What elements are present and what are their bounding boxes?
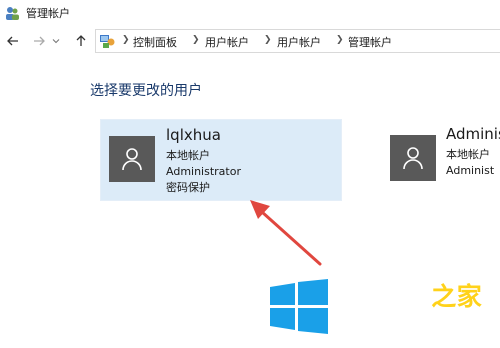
watermark-brand-prefix: Win10: [340, 282, 432, 311]
breadcrumb-user-accounts[interactable]: 用户帐户: [205, 34, 249, 50]
control-panel-icon: [100, 35, 115, 48]
watermark-url: www.win10xitong.com: [343, 314, 468, 327]
users-icon: [6, 7, 19, 20]
breadcrumb-user-accounts-2[interactable]: 用户帐户: [277, 34, 321, 50]
account-tile-lqlxhua[interactable]: lqlxhua 本地帐户 Administrator 密码保护: [100, 119, 342, 201]
account-password-status: 密码保护: [166, 181, 210, 194]
breadcrumb-separator: ❯: [264, 35, 272, 45]
breadcrumb-manage-accounts[interactable]: 管理帐户: [348, 34, 392, 50]
account-type: 本地帐户: [166, 149, 210, 162]
account-name: Adminis: [446, 125, 500, 143]
account-tile-administrator[interactable]: Adminis 本地帐户 Administ: [382, 119, 500, 201]
address-bar: ❯ 控制面板 ❯ 用户帐户 ❯ 用户帐户 ❯ 管理帐户: [0, 28, 500, 54]
back-button[interactable]: [4, 32, 22, 50]
up-button[interactable]: [72, 32, 90, 50]
account-type: 本地帐户: [446, 148, 490, 161]
page-heading: 选择要更改的用户: [90, 83, 202, 99]
forward-button[interactable]: [30, 32, 48, 50]
breadcrumb-separator: ❯: [192, 35, 200, 45]
account-role: Administrator: [166, 165, 241, 178]
avatar: [390, 135, 436, 181]
breadcrumb-separator: ❯: [336, 35, 344, 45]
user-icon: [403, 147, 423, 170]
arrow-right-icon: [34, 36, 45, 46]
account-name: lqlxhua: [166, 126, 221, 144]
windows-logo-icon: [270, 279, 328, 334]
watermark-brand-suffix: 之家: [431, 282, 483, 311]
arrow-left-icon: [7, 36, 18, 46]
arrow-up-icon: [76, 35, 86, 46]
title-bar: 管理帐户: [0, 0, 500, 26]
breadcrumb-separator: ❯: [122, 35, 130, 45]
watermark-brand: Win10之家: [340, 277, 482, 313]
window-title: 管理帐户: [26, 7, 70, 20]
breadcrumb-control-panel[interactable]: 控制面板: [133, 34, 177, 50]
address-box[interactable]: ❯ 控制面板 ❯ 用户帐户 ❯ 用户帐户 ❯ 管理帐户: [95, 29, 500, 53]
chevron-down-icon: [52, 39, 60, 44]
avatar: [109, 136, 155, 182]
user-icon: [122, 148, 142, 171]
account-role: Administ: [446, 164, 495, 177]
recent-dropdown[interactable]: [50, 32, 62, 50]
